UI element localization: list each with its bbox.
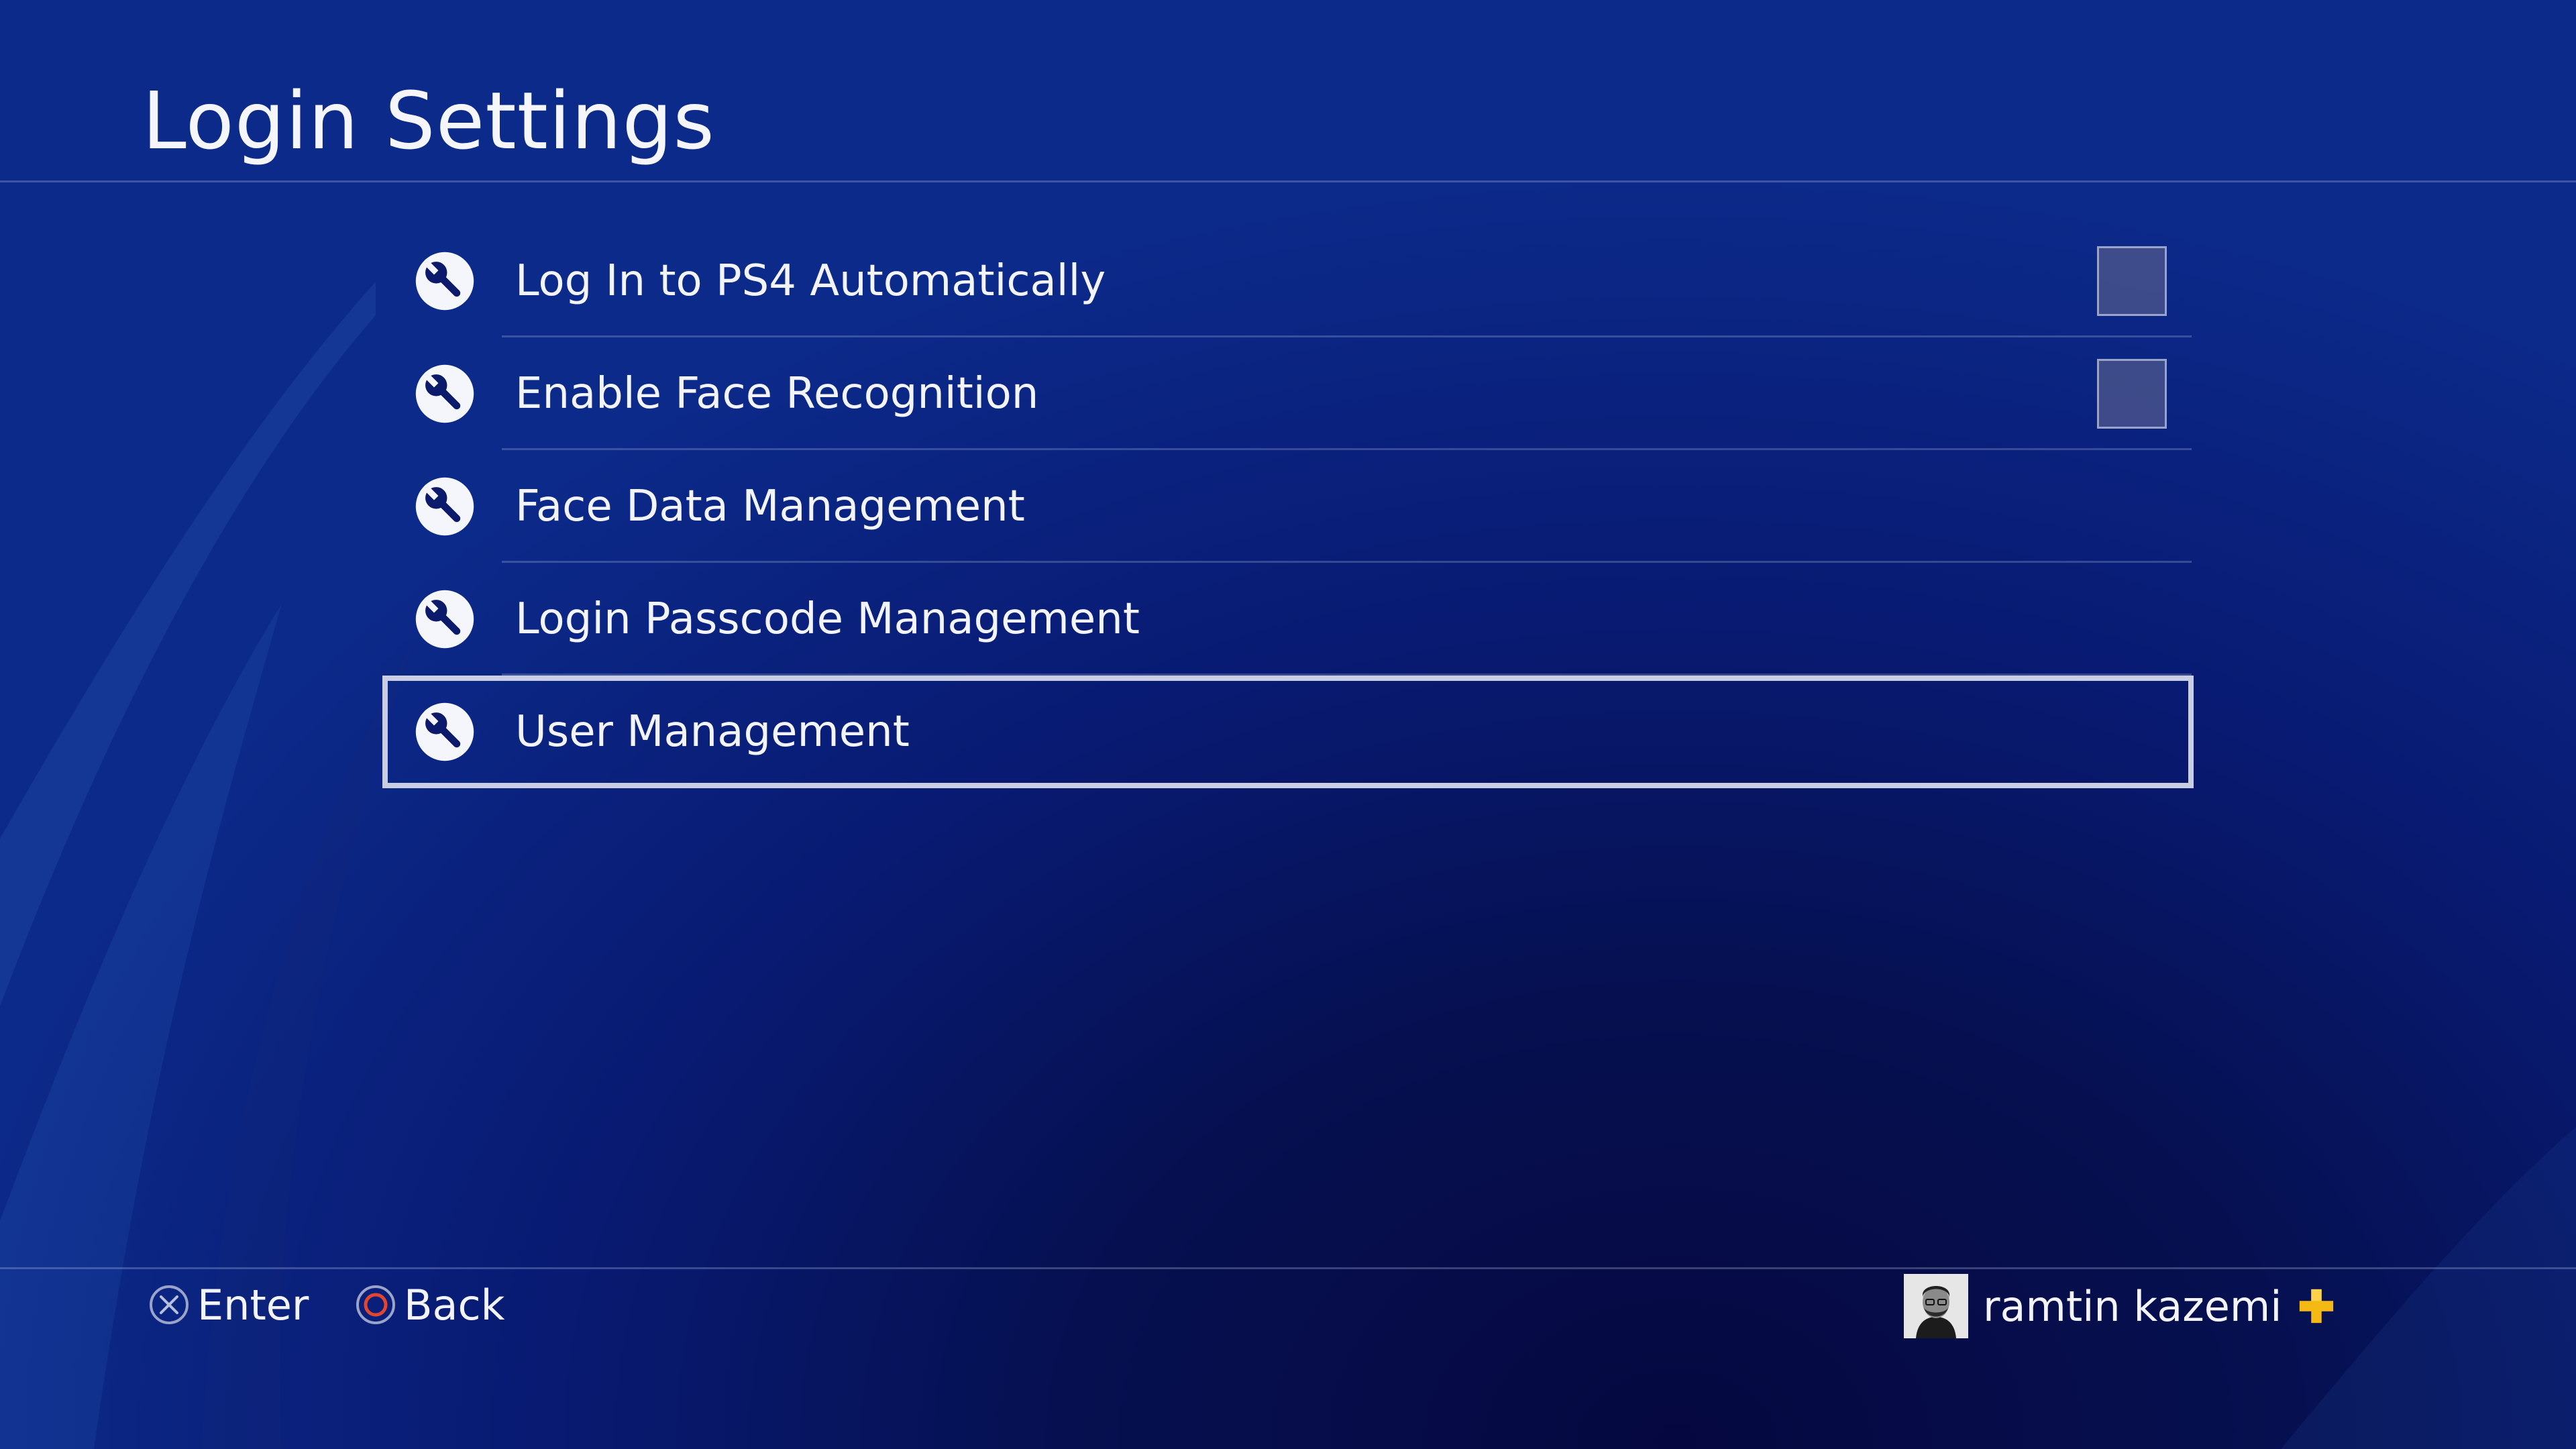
avatar bbox=[1904, 1274, 1968, 1338]
page-title: Login Settings bbox=[142, 74, 715, 167]
wrench-icon bbox=[415, 364, 474, 423]
header-divider bbox=[0, 180, 2576, 182]
menu-item-label: Login Passcode Management bbox=[515, 594, 1140, 644]
ps-plus-icon bbox=[2299, 1289, 2333, 1324]
menu-item-login-passcode-management[interactable]: Login Passcode Management bbox=[382, 563, 2194, 676]
circle-button-icon bbox=[356, 1285, 395, 1324]
menu-item-label: Enable Face Recognition bbox=[515, 369, 1039, 419]
user-profile: ramtin kazemi bbox=[1904, 1273, 2336, 1340]
menu-item-label: Log In to PS4 Automatically bbox=[515, 256, 1106, 306]
cross-button-icon bbox=[150, 1285, 189, 1324]
menu-item-face-data-management[interactable]: Face Data Management bbox=[382, 450, 2194, 563]
menu-item-enable-face-recognition[interactable]: Enable Face Recognition bbox=[382, 337, 2194, 450]
enter-button-hint[interactable]: Enter bbox=[149, 1278, 309, 1332]
auto-login-checkbox[interactable] bbox=[2097, 246, 2167, 316]
enter-label: Enter bbox=[197, 1280, 309, 1330]
user-name: ramtin kazemi bbox=[1983, 1281, 2282, 1331]
wrench-icon bbox=[415, 477, 474, 536]
face-recognition-checkbox[interactable] bbox=[2097, 359, 2167, 429]
wrench-icon bbox=[415, 590, 474, 649]
footer-divider bbox=[0, 1267, 2576, 1269]
menu-item-label: Face Data Management bbox=[515, 482, 1025, 531]
back-label: Back bbox=[404, 1280, 505, 1330]
menu-item-log-in-automatically[interactable]: Log In to PS4 Automatically bbox=[382, 225, 2194, 337]
back-button-hint[interactable]: Back bbox=[356, 1278, 505, 1332]
wrench-icon bbox=[415, 702, 474, 761]
wrench-icon bbox=[415, 252, 474, 311]
settings-menu: Log In to PS4 Automatically Enable Face … bbox=[382, 225, 2194, 788]
menu-item-label: User Management bbox=[515, 707, 910, 757]
menu-item-user-management[interactable]: User Management bbox=[382, 676, 2194, 788]
